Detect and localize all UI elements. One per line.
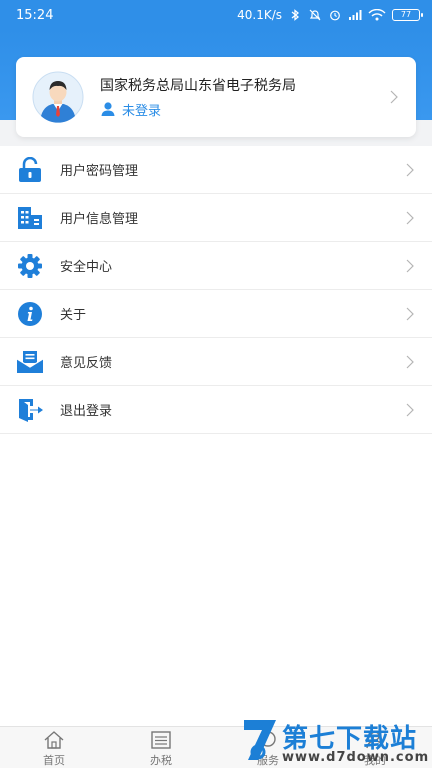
chevron-right-icon — [406, 307, 414, 321]
menu-label: 用户密码管理 — [60, 164, 139, 179]
chevron-right-icon — [406, 211, 414, 225]
tab-tax[interactable]: 办税 — [136, 730, 186, 768]
home-icon — [44, 731, 64, 749]
menu-label: 意见反馈 — [60, 356, 113, 371]
wifi-icon — [368, 9, 386, 21]
menu-item-feedback[interactable]: 意见反馈 — [0, 338, 432, 386]
menu-item-about[interactable]: 关于 — [0, 290, 432, 338]
chevron-right-icon — [406, 259, 414, 273]
menu-item-security[interactable]: 安全中心 — [0, 242, 432, 290]
tab-home[interactable]: 首页 — [29, 730, 79, 768]
menu-label: 用户信息管理 — [60, 212, 139, 227]
status-time: 15:24 — [16, 7, 54, 23]
status-indicators: 40.1K/s 77 — [237, 8, 423, 22]
login-status-label: 未登录 — [122, 103, 162, 119]
chevron-right-icon — [406, 163, 414, 177]
avatar — [32, 71, 84, 123]
alarm-icon — [330, 10, 340, 21]
building-icon — [18, 207, 42, 229]
status-bar: 15:24 40.1K/s 77 — [0, 0, 432, 30]
menu-item-password[interactable]: 用户密码管理 — [0, 146, 432, 194]
org-name: 国家税务总局山东省电子税务局 — [100, 77, 296, 94]
info-icon — [18, 302, 42, 326]
mute-bell-icon — [309, 9, 321, 21]
login-status[interactable]: 未登录 — [100, 100, 296, 119]
user-icon — [101, 102, 115, 116]
menu-label: 退出登录 — [60, 404, 113, 419]
chevron-right-icon — [390, 90, 398, 104]
chevron-right-icon — [406, 355, 414, 369]
battery-icon: 77 — [392, 9, 423, 21]
menu-label: 安全中心 — [60, 260, 113, 275]
menu-item-user-info[interactable]: 用户信息管理 — [0, 194, 432, 242]
watermark: 第七下载站 www.d7down.com — [236, 714, 432, 768]
bluetooth-icon — [291, 9, 300, 21]
network-speed: 40.1K/s — [237, 8, 282, 22]
list-icon — [151, 731, 171, 749]
gear-icon — [18, 254, 42, 278]
logout-icon — [19, 399, 43, 422]
signal-icon — [349, 10, 362, 20]
tab-label: 首页 — [43, 754, 65, 767]
watermark-logo-icon — [244, 720, 276, 760]
menu-item-logout[interactable]: 退出登录 — [0, 386, 432, 434]
profile-card[interactable]: 国家税务总局山东省电子税务局 未登录 — [16, 57, 416, 137]
lock-icon — [19, 157, 41, 182]
settings-menu: 用户密码管理 用户信息管理 安全中心 关于 意见反馈 退出登录 — [0, 146, 432, 434]
tab-label: 办税 — [150, 754, 172, 767]
mail-icon — [16, 351, 44, 373]
menu-label: 关于 — [60, 308, 87, 323]
chevron-right-icon — [406, 403, 414, 417]
watermark-url: www.d7down.com — [282, 750, 430, 765]
